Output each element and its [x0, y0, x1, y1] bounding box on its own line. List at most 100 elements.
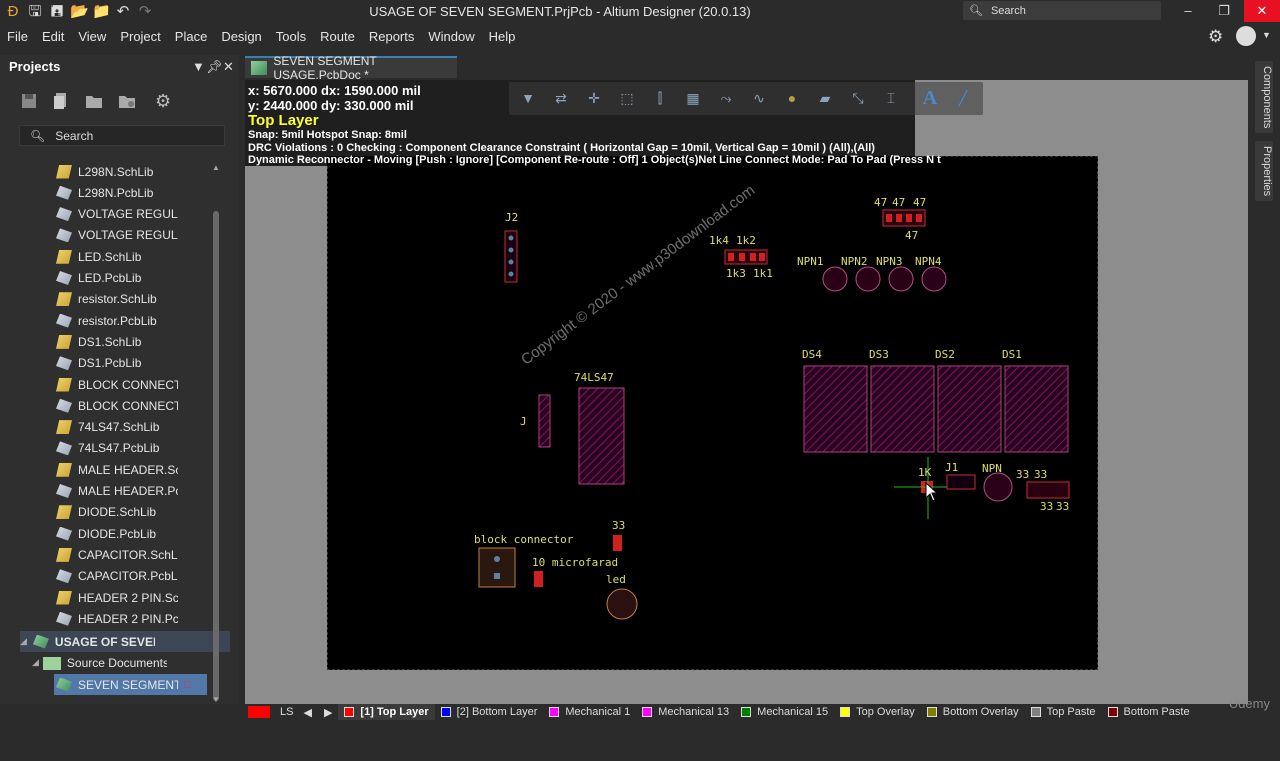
component-icon[interactable]: ▦ — [684, 89, 702, 107]
led[interactable] — [606, 588, 638, 620]
menu-place[interactable]: Place — [168, 24, 215, 50]
move-icon[interactable]: ✛ — [585, 89, 603, 107]
capacitor[interactable] — [534, 571, 543, 587]
menu-edit[interactable]: Edit — [35, 24, 71, 50]
tree-item[interactable]: HEADER 2 PIN.Pcb — [54, 608, 264, 629]
npn-transistors[interactable] — [822, 266, 947, 292]
tree-scrollbar[interactable]: ▲ ▼ — [212, 163, 220, 761]
scroll-up-icon[interactable]: ▲ — [212, 163, 220, 172]
project-node[interactable]: ◢ USAGE OF SEVEN SEGI — [20, 631, 230, 652]
layer-tab-bottom-overlay[interactable]: Bottom Overlay — [921, 704, 1025, 720]
projects-search-input[interactable]: 🔍︎ Search — [19, 125, 225, 146]
tree-item[interactable]: DIODE.SchLib — [54, 502, 264, 523]
save-project-icon[interactable] — [19, 91, 39, 111]
ic-74ls47[interactable] — [578, 387, 625, 485]
route-icon[interactable]: ⤳ — [717, 89, 735, 107]
interactive-routing-icon[interactable]: ⇄ — [552, 89, 570, 107]
gear-icon[interactable]: ⚙ — [1208, 27, 1228, 47]
tree-item[interactable]: MALE HEADER.Pcb — [54, 481, 264, 502]
tree-item[interactable]: DS1.PcbLib — [54, 353, 264, 374]
tree-item[interactable]: L298N.PcbLib — [54, 182, 264, 203]
folder-settings-icon[interactable] — [117, 91, 137, 111]
tree-item[interactable]: VOLTAGE REGULA — [54, 204, 264, 225]
pin-icon[interactable]: 📌︎ — [206, 59, 223, 75]
align-icon[interactable]: ⫿ — [651, 89, 669, 107]
tree-item[interactable]: DS1.SchLib — [54, 331, 264, 352]
menu-help[interactable]: Help — [482, 24, 523, 50]
resistor-array-47[interactable] — [882, 209, 926, 227]
tree-item[interactable]: 74LS47.SchLib — [54, 417, 264, 438]
polygon-icon[interactable]: ▰ — [816, 89, 834, 107]
compile-icon[interactable] — [51, 91, 71, 111]
tree-item[interactable]: BLOCK CONNECTC — [54, 395, 264, 416]
tree-item[interactable]: L298N.SchLib — [54, 161, 264, 182]
layer-tab-top-paste[interactable]: Top Paste — [1025, 704, 1102, 720]
layer-tab-top-overlay[interactable]: Top Overlay — [834, 704, 921, 720]
maximize-button[interactable]: ❐ — [1206, 0, 1242, 22]
menu-view[interactable]: View — [71, 24, 113, 50]
tree-item[interactable]: VOLTAGE REGULA — [54, 225, 264, 246]
tree-item[interactable]: LED.PcbLib — [54, 268, 264, 289]
tree-item[interactable]: LED.SchLib — [54, 246, 264, 267]
tree-item[interactable]: DIODE.PcbLib — [54, 523, 264, 544]
source-documents-node[interactable]: ◢ Source Documents — [32, 652, 242, 673]
layer-tab-bottom-paste[interactable]: Bottom Paste — [1102, 704, 1196, 720]
tree-item[interactable]: CAPACITOR.SchLib — [54, 544, 264, 565]
chevron-down-icon[interactable]: ▼ — [1262, 30, 1271, 40]
select-icon[interactable]: ⬚ — [618, 89, 636, 107]
tree-item[interactable]: BLOCK CONNECTC — [54, 374, 264, 395]
title-search-input[interactable]: 🔍︎ Search — [963, 1, 1161, 20]
layer-scroll-right-icon[interactable]: ▶ — [318, 704, 338, 720]
open-folder-icon[interactable] — [84, 91, 104, 111]
j-connector[interactable] — [538, 394, 551, 448]
expand-icon[interactable]: ◢ — [32, 657, 39, 668]
keepout-icon[interactable]: ⤡ — [849, 89, 867, 107]
menu-window[interactable]: Window — [421, 24, 481, 50]
resistor-33[interactable] — [613, 535, 622, 551]
tree-item[interactable]: HEADER 2 PIN.Sch — [54, 587, 264, 608]
expand-icon[interactable]: ◢ — [20, 636, 27, 647]
tree-item[interactable]: resistor.PcbLib — [54, 310, 264, 331]
seven-segment-displays[interactable] — [803, 365, 1069, 453]
menu-route[interactable]: Route — [313, 24, 362, 50]
layer-set-ls[interactable]: LS — [276, 704, 297, 720]
filter-icon[interactable]: ▼ — [519, 89, 537, 107]
menu-reports[interactable]: Reports — [362, 24, 422, 50]
panel-menu-icon[interactable]: ▼ — [192, 59, 205, 74]
j2-header[interactable] — [504, 230, 518, 283]
menu-project[interactable]: Project — [113, 24, 167, 50]
pcb-canvas[interactable]: J2 1k4 1k2 1k3 1k1 47 47 47 47 NPN1 NPN2… — [245, 80, 1248, 704]
user-account-icon[interactable] — [1236, 26, 1256, 46]
pcb-board[interactable]: J2 1k4 1k2 1k3 1k1 47 47 47 47 NPN1 NPN2… — [327, 156, 1098, 670]
text-icon[interactable]: A — [921, 88, 939, 108]
current-layer-color[interactable] — [248, 706, 270, 718]
tree-item[interactable]: resistor.SchLib — [54, 289, 264, 310]
layer-tab-mech13[interactable]: Mechanical 13 — [636, 704, 735, 720]
minimize-button[interactable]: – — [1170, 0, 1206, 22]
tab-pcbdoc[interactable]: SEVEN SEGMENT USAGE.PcbDoc * — [245, 54, 457, 82]
selected-document[interactable]: SEVEN SEGMENT U □ — [54, 674, 207, 695]
tree-item[interactable]: CAPACITOR.PcbLit — [54, 566, 264, 587]
layer-tab-top[interactable]: [1] Top Layer — [338, 704, 435, 720]
settings-gear-icon[interactable]: ⚙ — [155, 91, 175, 111]
tree-item[interactable]: MALE HEADER.Sch — [54, 459, 264, 480]
layer-tab-mech15[interactable]: Mechanical 15 — [735, 704, 834, 720]
layer-tab-mech1[interactable]: Mechanical 1 — [543, 704, 636, 720]
close-button[interactable]: ✕ — [1244, 0, 1280, 22]
dimension-icon[interactable]: ⌶ — [882, 89, 900, 107]
scroll-thumb[interactable] — [213, 211, 219, 701]
tree-item[interactable]: 74LS47.PcbLib — [54, 438, 264, 459]
scroll-down-icon[interactable]: ▼ — [212, 695, 220, 704]
line-icon[interactable]: ╱ — [954, 89, 972, 107]
resistor-array-1k[interactable] — [724, 249, 768, 265]
diff-pair-icon[interactable]: ∿ — [750, 89, 768, 107]
close-panel-icon[interactable]: ✕ — [223, 59, 234, 75]
menu-tools[interactable]: Tools — [269, 24, 313, 50]
layer-tab-bottom[interactable]: [2] Bottom Layer — [435, 704, 544, 720]
properties-tab[interactable]: Properties — [1255, 141, 1273, 201]
menu-file[interactable]: File — [0, 24, 35, 50]
layer-scroll-left-icon[interactable]: ◀ — [297, 704, 317, 720]
via-icon[interactable]: ● — [783, 89, 801, 107]
block-connector[interactable] — [478, 547, 516, 588]
components-tab[interactable]: Components — [1255, 61, 1273, 133]
